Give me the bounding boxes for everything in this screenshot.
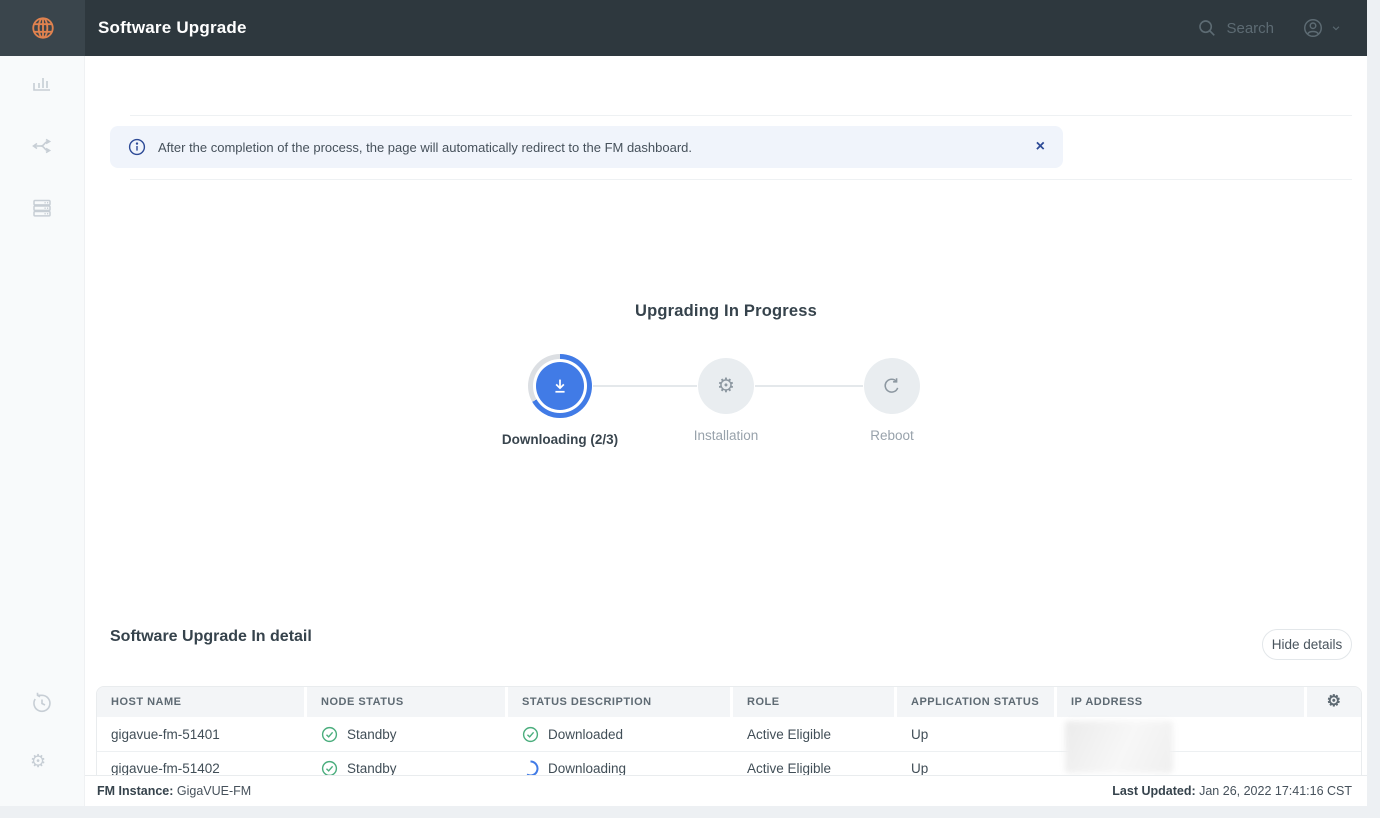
fm-instance-label: FM Instance: (97, 784, 173, 798)
separator-below-banner (130, 179, 1352, 180)
last-updated-label: Last Updated: (1112, 784, 1195, 798)
fm-instance-value: GigaVUE-FM (177, 784, 251, 798)
last-updated: Last Updated: Jan 26, 2022 17:41:16 CST (1112, 784, 1352, 798)
top-bar: Software Upgrade Search (0, 0, 1367, 56)
gear-icon: ⚙ (30, 751, 46, 771)
separator-top (130, 115, 1352, 116)
step-label-installation: Installation (694, 428, 759, 443)
progress-ring (528, 354, 592, 418)
traffic-flow-icon (30, 134, 54, 158)
column-header-ip-address: IP ADDRESS (1057, 687, 1304, 717)
status-footer: FM Instance: GigaVUE-FM Last Updated: Ja… (85, 775, 1367, 806)
detail-section-title: Software Upgrade In detail (110, 628, 312, 646)
globe-logo-icon (30, 15, 56, 41)
left-sidebar: ⚙ (0, 56, 85, 806)
table-settings-button[interactable]: ⚙ (1307, 687, 1361, 717)
sidebar-item-dashboard[interactable] (30, 70, 54, 94)
banner-message: After the completion of the process, the… (158, 140, 692, 155)
step-reboot: Reboot (809, 354, 975, 447)
history-icon (30, 691, 54, 715)
app-logo[interactable] (0, 0, 85, 56)
user-menu[interactable] (1302, 17, 1341, 39)
table-header-row: HOST NAME NODE STATUS STATUS DESCRIPTION… (97, 687, 1361, 717)
node-status-text: Standby (347, 727, 397, 742)
last-updated-value: Jan 26, 2022 17:41:16 CST (1199, 784, 1352, 798)
cell-role: Active Eligible (733, 717, 897, 751)
step-label-downloading: Downloading (2/3) (502, 432, 618, 447)
cell-status-description: Downloaded (508, 717, 733, 751)
hide-details-button[interactable]: Hide details (1262, 629, 1352, 660)
download-icon (549, 375, 571, 397)
server-icon (30, 196, 54, 220)
progress-title: Upgrading In Progress (85, 302, 1367, 321)
status-description-text: Downloaded (548, 727, 623, 742)
user-icon (1302, 17, 1324, 39)
chevron-down-icon (1331, 23, 1341, 33)
gear-icon: ⚙ (1327, 694, 1342, 710)
status-description-text: Downloading (548, 761, 626, 776)
reboot-icon (881, 375, 903, 397)
cell-application-status: Up (897, 717, 1057, 751)
search-icon (1197, 18, 1217, 38)
search-button[interactable]: Search (1197, 18, 1274, 38)
bar-chart-icon (30, 70, 54, 94)
upgrade-stepper: Downloading (2/3) ⚙ Installation (477, 354, 975, 447)
cell-node-status: Standby (307, 717, 508, 751)
sidebar-item-traffic[interactable] (30, 134, 54, 158)
node-status-text: Standby (347, 761, 397, 776)
main-content: After the completion of the process, the… (85, 56, 1367, 806)
check-circle-icon (321, 726, 338, 743)
sidebar-item-history[interactable] (30, 691, 54, 715)
column-header-application-status: APPLICATION STATUS (897, 687, 1054, 717)
fm-instance: FM Instance: GigaVUE-FM (97, 784, 251, 798)
redacted-ip-blur (1065, 721, 1173, 773)
step-label-reboot: Reboot (870, 428, 914, 443)
page-title: Software Upgrade (98, 18, 247, 38)
banner-close-icon[interactable]: × (1036, 139, 1045, 155)
column-header-node-status: NODE STATUS (307, 687, 505, 717)
step-installation: ⚙ Installation (643, 354, 809, 447)
column-header-host-name: HOST NAME (97, 687, 304, 717)
cell-host-name: gigavue-fm-51401 (97, 717, 307, 751)
info-icon (128, 138, 146, 156)
app-window: Software Upgrade Search (0, 0, 1367, 806)
cell-actions (1307, 717, 1361, 751)
step-downloading: Downloading (2/3) (477, 354, 643, 447)
column-header-role: ROLE (733, 687, 894, 717)
info-banner: After the completion of the process, the… (110, 126, 1063, 168)
check-circle-icon (522, 726, 539, 743)
topbar-actions: Search (1197, 17, 1367, 39)
search-label: Search (1226, 20, 1274, 37)
sidebar-item-inventory[interactable] (30, 196, 54, 220)
sidebar-item-settings[interactable]: ⚙ (30, 751, 54, 775)
gear-icon: ⚙ (717, 376, 735, 396)
column-header-status-description: STATUS DESCRIPTION (508, 687, 730, 717)
